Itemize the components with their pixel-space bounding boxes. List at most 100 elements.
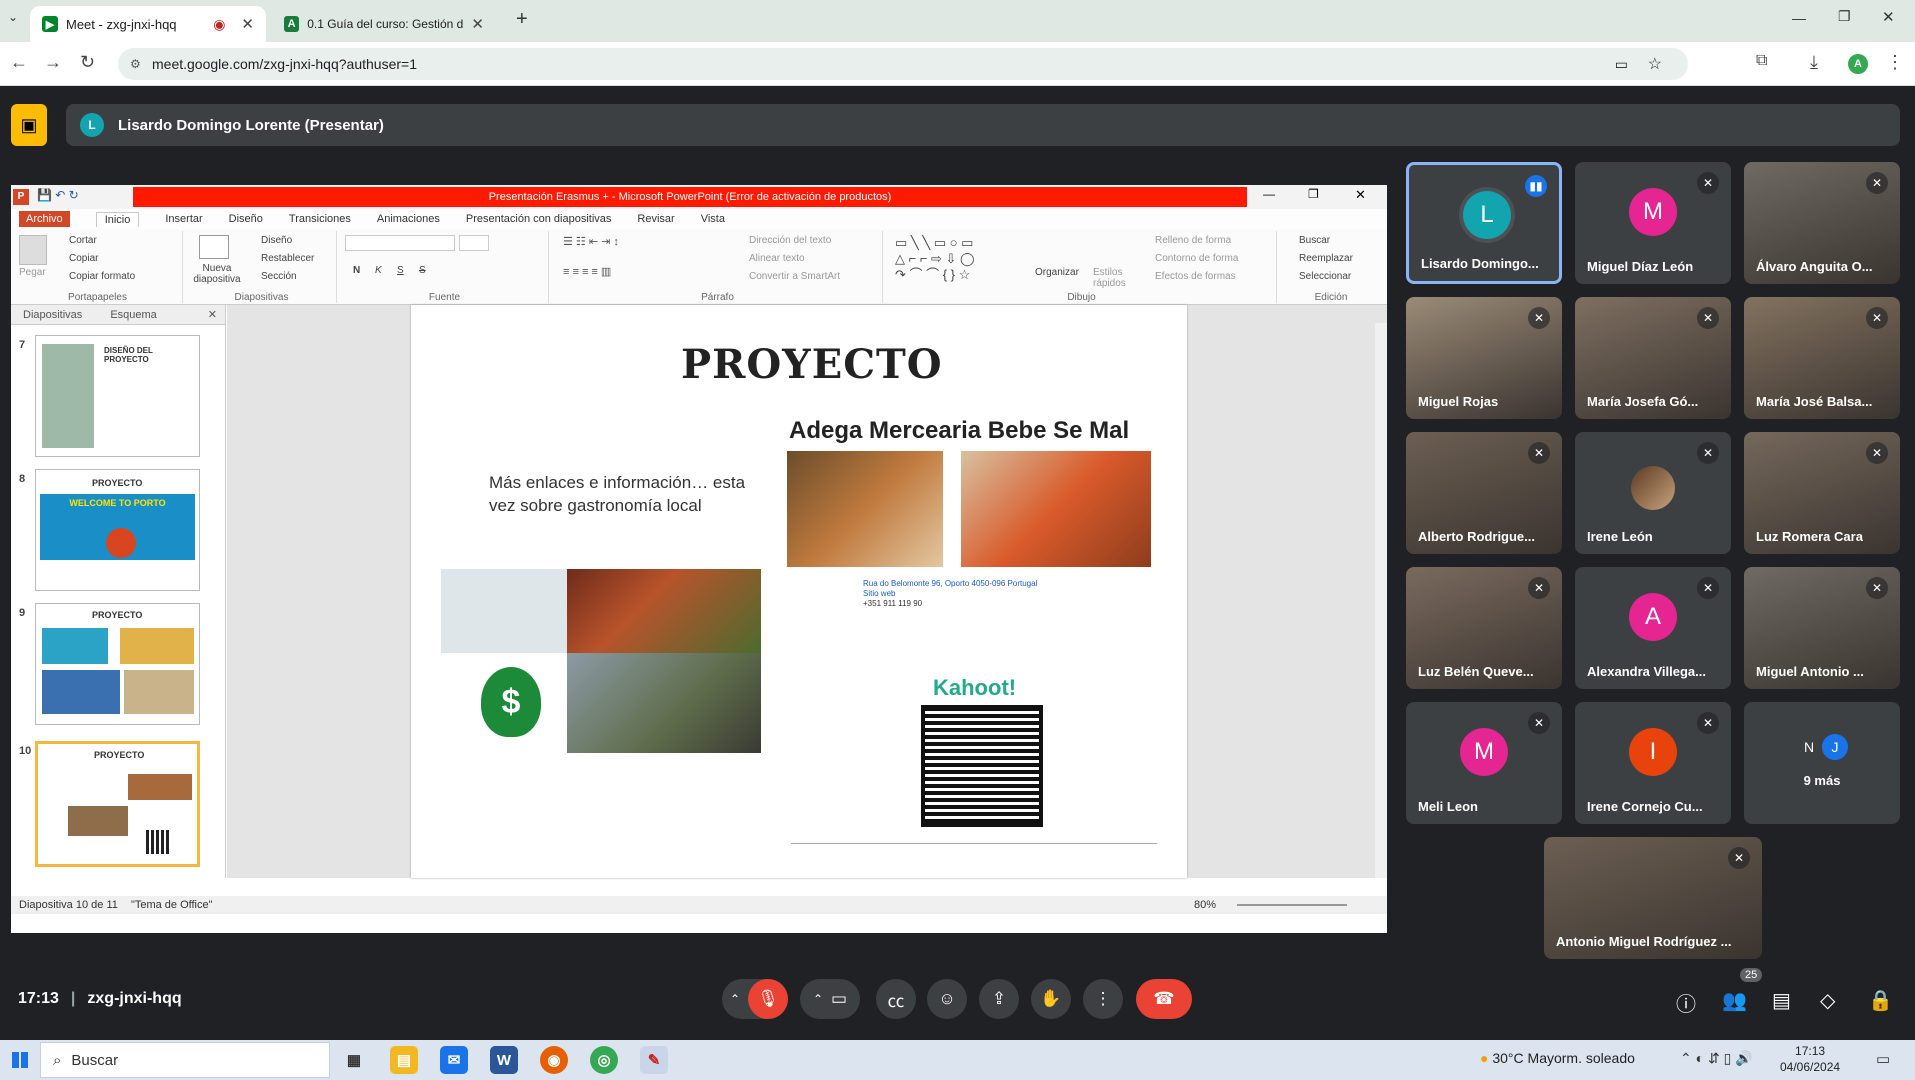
participant-tile[interactable]: ✕ Irene León: [1575, 432, 1731, 554]
text-direction-button[interactable]: Dirección del texto: [749, 235, 831, 246]
extensions-icon[interactable]: ⧉: [1756, 52, 1767, 70]
captions-button[interactable]: ㏄: [876, 979, 916, 1019]
windows-start-icon[interactable]: [12, 1052, 28, 1068]
participant-tile[interactable]: ✕ María José Balsa...: [1744, 297, 1900, 419]
ribbon-tab-archivo[interactable]: Archivo: [19, 211, 70, 227]
paste-button[interactable]: Pegar: [19, 267, 46, 278]
meeting-details-icon[interactable]: ⓘ: [1676, 988, 1696, 1017]
ribbon-tab-animaciones[interactable]: Animaciones: [377, 213, 440, 225]
participant-tile[interactable]: L ▮▮ Lisardo Domingo...: [1406, 162, 1562, 284]
tab-guide[interactable]: A 0.1 Guía del curso: Gestión del · ✕: [272, 6, 496, 42]
smartart-button[interactable]: Convertir a SmartArt: [749, 271, 840, 282]
close-window-button[interactable]: ✕: [1882, 8, 1895, 26]
participant-tile[interactable]: NJ9 más: [1744, 702, 1900, 824]
chevron-up-icon[interactable]: ⌃: [813, 992, 823, 1006]
address-field[interactable]: ⚙ meet.google.com/zxg-jnxi-hqq?authuser=…: [118, 48, 1688, 80]
menu-kebab-icon[interactable]: ⋮: [1886, 52, 1904, 73]
tray-icons[interactable]: ⌃ ◐ ⇵ ▯ 🔊: [1680, 1050, 1753, 1067]
slide-thumbnail-7[interactable]: DISEÑO DEL PROYECTO: [35, 335, 200, 457]
font-size-select[interactable]: [459, 235, 489, 251]
chat-icon[interactable]: ▤: [1772, 988, 1791, 1013]
camera-icon[interactable]: ▭: [1615, 56, 1628, 73]
participant-tile[interactable]: ✕ Antonio Miguel Rodríguez ...: [1544, 837, 1762, 959]
ribbon-tab-diseno[interactable]: Diseño: [229, 213, 263, 225]
new-slide-button[interactable]: Nueva diapositiva: [187, 263, 247, 285]
new-tab-button[interactable]: +: [516, 8, 528, 31]
file-explorer-icon[interactable]: ▤: [390, 1046, 418, 1074]
ribbon-tab-presentacion[interactable]: Presentación con diapositivas: [466, 213, 612, 225]
camera-button[interactable]: ⌃ ▭: [800, 979, 860, 1019]
more-options-button[interactable]: ⋮: [1083, 979, 1123, 1019]
restore-button[interactable]: ❐: [1838, 8, 1851, 25]
ribbon-tab-vista[interactable]: Vista: [701, 213, 725, 225]
ribbon-tab-inicio[interactable]: Inicio: [95, 211, 140, 227]
zoom-slider[interactable]: [1237, 904, 1347, 906]
shape-effects-button[interactable]: Efectos de formas: [1155, 271, 1236, 282]
tab-esquema[interactable]: Esquema: [110, 309, 156, 321]
close-tab-icon[interactable]: ✕: [471, 15, 484, 33]
firefox-icon[interactable]: ◉: [540, 1046, 568, 1074]
paint-icon[interactable]: ✎: [640, 1046, 668, 1074]
weather-widget[interactable]: ● 30°C Mayorm. soleado: [1480, 1050, 1635, 1066]
stop-presenting-icon[interactable]: ▣: [11, 104, 47, 146]
ppt-minimize[interactable]: —: [1263, 187, 1275, 201]
slide-thumbnail-8[interactable]: PROYECTO WELCOME TO PORTO: [35, 469, 200, 591]
current-slide[interactable]: PROYECTO Más enlaces e información… esta…: [411, 305, 1187, 878]
leave-call-button[interactable]: ☎: [1136, 979, 1192, 1019]
slide-thumbnail-9[interactable]: PROYECTO: [35, 603, 200, 725]
ribbon-tab-insertar[interactable]: Insertar: [165, 213, 202, 225]
strike-button[interactable]: S: [419, 265, 426, 276]
people-icon[interactable]: 👥: [1722, 988, 1747, 1013]
shape-fill-button[interactable]: Relleno de forma: [1155, 235, 1231, 246]
chrome-icon[interactable]: ◎: [590, 1046, 618, 1074]
present-button[interactable]: ⇪: [979, 979, 1019, 1019]
close-tab-icon[interactable]: ✕: [241, 15, 254, 33]
organize-button[interactable]: Organizar: [1035, 267, 1079, 278]
mic-button[interactable]: ⌃ 🎙: [722, 979, 788, 1019]
cut-button[interactable]: Cortar: [69, 235, 97, 246]
tab-meet[interactable]: ▶ Meet - zxg-jnxi-hqq ◉ ✕: [30, 6, 266, 42]
participant-tile[interactable]: ✕ Alberto Rodrigue...: [1406, 432, 1562, 554]
download-icon[interactable]: ⤓: [1810, 52, 1818, 73]
participant-tile[interactable]: M ✕ Meli Leon: [1406, 702, 1562, 824]
layout-button[interactable]: Diseño: [261, 235, 292, 246]
participant-tile[interactable]: A ✕ Alexandra Villega...: [1575, 567, 1731, 689]
find-button[interactable]: Buscar: [1299, 235, 1330, 246]
tab-list-chevron-icon[interactable]: ⌄: [8, 10, 18, 24]
shapes-gallery[interactable]: ▭ ╲ ╲ ▭ ○ ▭ △ ⌐ ⌐ ⇨ ⇩ ◯ ↷ ⌒ ⌒ { } ☆: [895, 235, 1025, 285]
section-button[interactable]: Sección: [261, 271, 297, 282]
ribbon-tab-revisar[interactable]: Revisar: [637, 213, 674, 225]
activities-icon[interactable]: ◇: [1820, 988, 1835, 1013]
mail-icon[interactable]: ✉: [440, 1046, 468, 1074]
ppt-restore[interactable]: ❐: [1308, 187, 1319, 201]
ribbon-tab-transiciones[interactable]: Transiciones: [289, 213, 351, 225]
quick-styles-button[interactable]: Estilos rápidos: [1093, 267, 1133, 289]
slide-thumbnail-10[interactable]: PROYECTO: [35, 741, 200, 867]
bookmark-star-icon[interactable]: ☆: [1648, 54, 1662, 74]
reactions-button[interactable]: ☺: [927, 979, 967, 1019]
profile-avatar[interactable]: A: [1848, 54, 1868, 74]
list-icons[interactable]: ☰ ☷ ⇤ ⇥ ↕: [563, 235, 619, 248]
underline-button[interactable]: S: [397, 265, 404, 276]
chevron-up-icon[interactable]: ⌃: [730, 992, 740, 1006]
notifications-icon[interactable]: ▭: [1876, 1050, 1890, 1068]
participant-tile[interactable]: ✕ María Josefa Gó...: [1575, 297, 1731, 419]
site-info-icon[interactable]: ⚙: [130, 57, 141, 71]
word-icon[interactable]: W: [490, 1046, 518, 1074]
bold-button[interactable]: N: [353, 265, 360, 276]
participant-tile[interactable]: ✕ Miguel Rojas: [1406, 297, 1562, 419]
task-view-icon[interactable]: ▦: [340, 1046, 368, 1074]
participant-tile[interactable]: ✕ Luz Belén Queve...: [1406, 567, 1562, 689]
host-controls-icon[interactable]: 🔒: [1868, 988, 1893, 1013]
forward-icon[interactable]: →: [44, 52, 62, 73]
select-button[interactable]: Seleccionar: [1299, 271, 1351, 282]
taskbar-clock[interactable]: 17:13 04/06/2024: [1780, 1043, 1840, 1075]
reset-button[interactable]: Restablecer: [261, 253, 314, 264]
back-icon[interactable]: ←: [10, 52, 28, 73]
copy-button[interactable]: Copiar: [69, 253, 98, 264]
participant-tile[interactable]: I ✕ Irene Cornejo Cu...: [1575, 702, 1731, 824]
shape-outline-button[interactable]: Contorno de forma: [1155, 253, 1238, 264]
close-pane-icon[interactable]: ✕: [208, 308, 217, 321]
participant-tile[interactable]: ✕ Miguel Antonio ...: [1744, 567, 1900, 689]
align-icons[interactable]: ≡ ≡ ≡ ≡ ▥: [563, 265, 611, 278]
